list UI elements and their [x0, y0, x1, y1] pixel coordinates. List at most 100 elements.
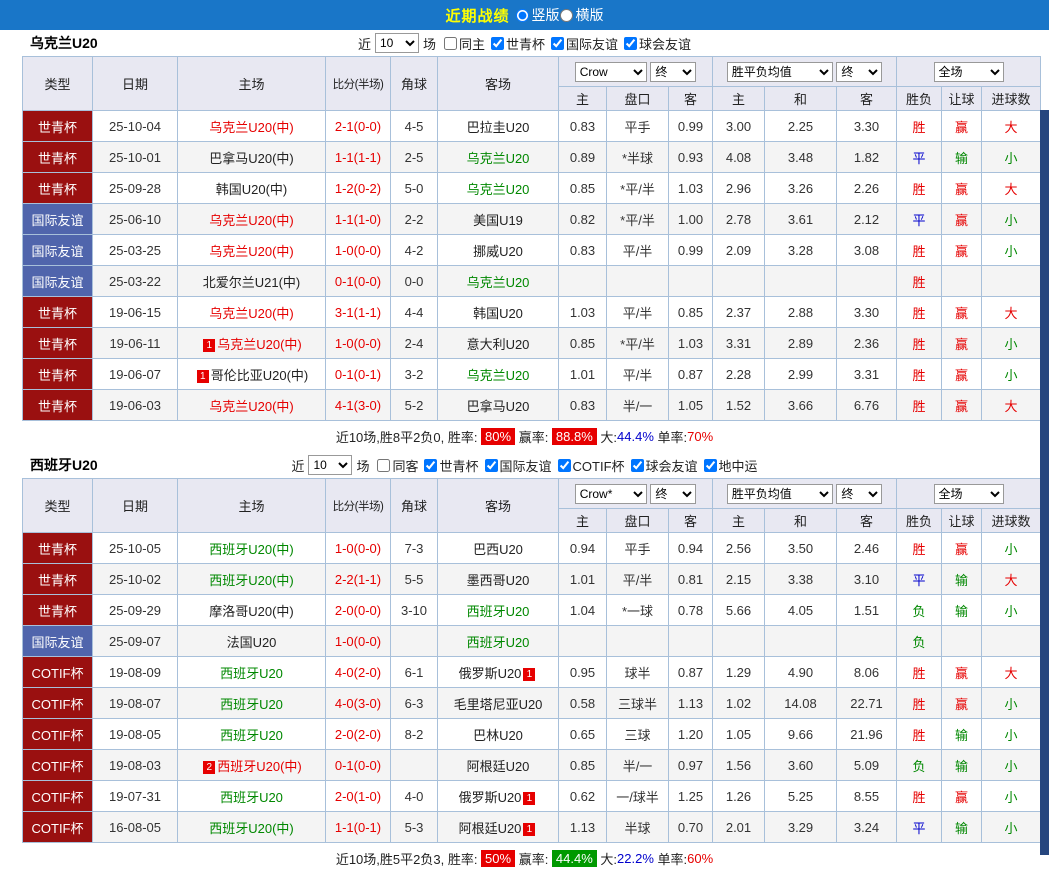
filter-checkbox[interactable]: [704, 459, 717, 472]
result-handicap: 赢: [942, 173, 982, 204]
scope-select[interactable]: 全场: [934, 62, 1004, 82]
match-row: COTIF杯19-08-032西班牙U20(中)0-1(0-0)阿根廷U200.…: [23, 750, 1041, 781]
asian-away-odds: 1.03: [669, 173, 713, 204]
asian-home-odds: [559, 626, 607, 657]
europe-stage-select[interactable]: 终: [836, 62, 882, 82]
filter-checkbox[interactable]: [485, 459, 498, 472]
filter-option[interactable]: 球会友谊: [631, 456, 698, 475]
away-team-link[interactable]: 巴西U20: [473, 542, 523, 557]
filter-option[interactable]: 同主: [444, 34, 485, 53]
match-date: 19-06-07: [93, 359, 178, 390]
filter-option[interactable]: 同客: [377, 456, 418, 475]
filter-checkbox[interactable]: [631, 459, 644, 472]
view-radio[interactable]: [516, 9, 529, 22]
view-option-vertical[interactable]: 竖版: [516, 5, 560, 25]
away-team-link[interactable]: 韩国U20: [473, 306, 523, 321]
home-team-link[interactable]: 乌克兰U20(中): [209, 244, 294, 259]
summary-part: 近10场,胜5平2负3, 胜率:: [336, 849, 481, 868]
away-team-link[interactable]: 俄罗斯U20: [459, 666, 522, 681]
filter-checkbox[interactable]: [558, 459, 571, 472]
filter-checkbox[interactable]: [444, 37, 457, 50]
away-team-link[interactable]: 意大利U20: [467, 337, 530, 352]
filter-checkbox[interactable]: [377, 459, 390, 472]
view-radio[interactable]: [560, 9, 573, 22]
match-count-select[interactable]: 10: [308, 455, 352, 475]
score-cell: 2-1(0-0): [326, 111, 391, 142]
europe-odds-select[interactable]: 胜平负均值: [727, 62, 833, 82]
home-team-link[interactable]: 西班牙U20(中): [209, 821, 294, 836]
home-team-link[interactable]: 乌克兰U20(中): [209, 120, 294, 135]
view-toggle: 竖版横版: [516, 5, 604, 25]
filter-checkbox[interactable]: [624, 37, 637, 50]
team-section-spain-u20: 西班牙U20 近 10 场 同客世青杯国际友谊COTIF杯球会友谊地中运 类型 …: [0, 452, 1049, 874]
away-team-link[interactable]: 乌克兰U20: [467, 182, 530, 197]
match-count-select[interactable]: 10: [375, 33, 419, 53]
col-asian-away: 客: [669, 509, 713, 533]
asian-handicap: 半/一: [607, 750, 669, 781]
avg-home-odds: 2.28: [713, 359, 765, 390]
home-team-link[interactable]: 韩国U20(中): [216, 182, 288, 197]
away-team-link[interactable]: 巴拉圭U20: [467, 120, 530, 135]
section-header: 西班牙U20 近 10 场 同客世青杯国际友谊COTIF杯球会友谊地中运: [0, 452, 1049, 478]
filter-games-label: 场: [356, 456, 369, 475]
filter-option[interactable]: 世青杯: [491, 34, 545, 53]
home-team-link[interactable]: 哥伦比亚U20(中): [211, 368, 309, 383]
home-team-link[interactable]: 乌克兰U20(中): [209, 213, 294, 228]
away-team-link[interactable]: 乌克兰U20: [467, 151, 530, 166]
europe-stage-select[interactable]: 终: [836, 484, 882, 504]
filter-option[interactable]: COTIF杯: [558, 456, 625, 475]
away-team-link[interactable]: 巴林U20: [473, 728, 523, 743]
corner-cell: 4-5: [391, 111, 438, 142]
bookmaker-select[interactable]: Crow*: [575, 484, 647, 504]
filter-checkbox[interactable]: [551, 37, 564, 50]
home-team-link[interactable]: 巴拿马U20(中): [209, 151, 294, 166]
home-team-link[interactable]: 西班牙U20: [220, 728, 283, 743]
odds-stage-select[interactable]: 终: [650, 62, 696, 82]
view-option-horizontal[interactable]: 横版: [560, 5, 604, 25]
odds-stage-select[interactable]: 终: [650, 484, 696, 504]
home-team-link[interactable]: 摩洛哥U20(中): [209, 604, 294, 619]
bookmaker-select[interactable]: Crow: [575, 62, 647, 82]
filter-checkbox[interactable]: [424, 459, 437, 472]
away-team-link[interactable]: 阿根廷U20: [459, 821, 522, 836]
competition-type: COTIF杯: [23, 781, 93, 812]
red-card-badge: 2: [203, 761, 215, 774]
home-team-link[interactable]: 法国U20: [227, 635, 277, 650]
home-team-link[interactable]: 西班牙U20(中): [209, 573, 294, 588]
home-team-link[interactable]: 西班牙U20(中): [209, 542, 294, 557]
away-team-link[interactable]: 西班牙U20: [467, 635, 530, 650]
away-team-link[interactable]: 乌克兰U20: [467, 368, 530, 383]
result-goals: 小: [982, 595, 1041, 626]
filter-option[interactable]: 世青杯: [424, 456, 478, 475]
home-team-link[interactable]: 西班牙U20: [220, 790, 283, 805]
away-team-link[interactable]: 乌克兰U20: [467, 275, 530, 290]
away-team-link[interactable]: 巴拿马U20: [467, 399, 530, 414]
away-team-link[interactable]: 毛里塔尼亚U20: [454, 697, 543, 712]
home-team-link[interactable]: 西班牙U20(中): [217, 759, 302, 774]
filter-option[interactable]: 国际友谊: [551, 34, 618, 53]
home-team-link[interactable]: 乌克兰U20(中): [217, 337, 302, 352]
filter-option[interactable]: 国际友谊: [485, 456, 552, 475]
home-team-link[interactable]: 乌克兰U20(中): [209, 399, 294, 414]
filter-option[interactable]: 地中运: [704, 456, 758, 475]
corner-cell: 2-2: [391, 204, 438, 235]
competition-type: 世青杯: [23, 595, 93, 626]
home-team-link[interactable]: 乌克兰U20(中): [209, 306, 294, 321]
away-team-link[interactable]: 墨西哥U20: [467, 573, 530, 588]
away-team-link[interactable]: 俄罗斯U20: [459, 790, 522, 805]
filter-checkbox[interactable]: [491, 37, 504, 50]
europe-odds-select[interactable]: 胜平负均值: [727, 484, 833, 504]
avg-away-odds: 6.76: [837, 390, 897, 421]
result-handicap: 输: [942, 750, 982, 781]
filter-label: 球会友谊: [646, 456, 698, 475]
away-team-link[interactable]: 挪威U20: [473, 244, 523, 259]
home-team-link[interactable]: 北爱尔兰U21(中): [203, 275, 301, 290]
filter-option[interactable]: 球会友谊: [624, 34, 691, 53]
home-team-link[interactable]: 西班牙U20: [220, 666, 283, 681]
home-team-link[interactable]: 西班牙U20: [220, 697, 283, 712]
away-team-link[interactable]: 阿根廷U20: [467, 759, 530, 774]
away-team-link[interactable]: 西班牙U20: [467, 604, 530, 619]
scope-select[interactable]: 全场: [934, 484, 1004, 504]
away-team-link[interactable]: 美国U19: [473, 213, 523, 228]
result-outcome: 胜: [897, 266, 942, 297]
